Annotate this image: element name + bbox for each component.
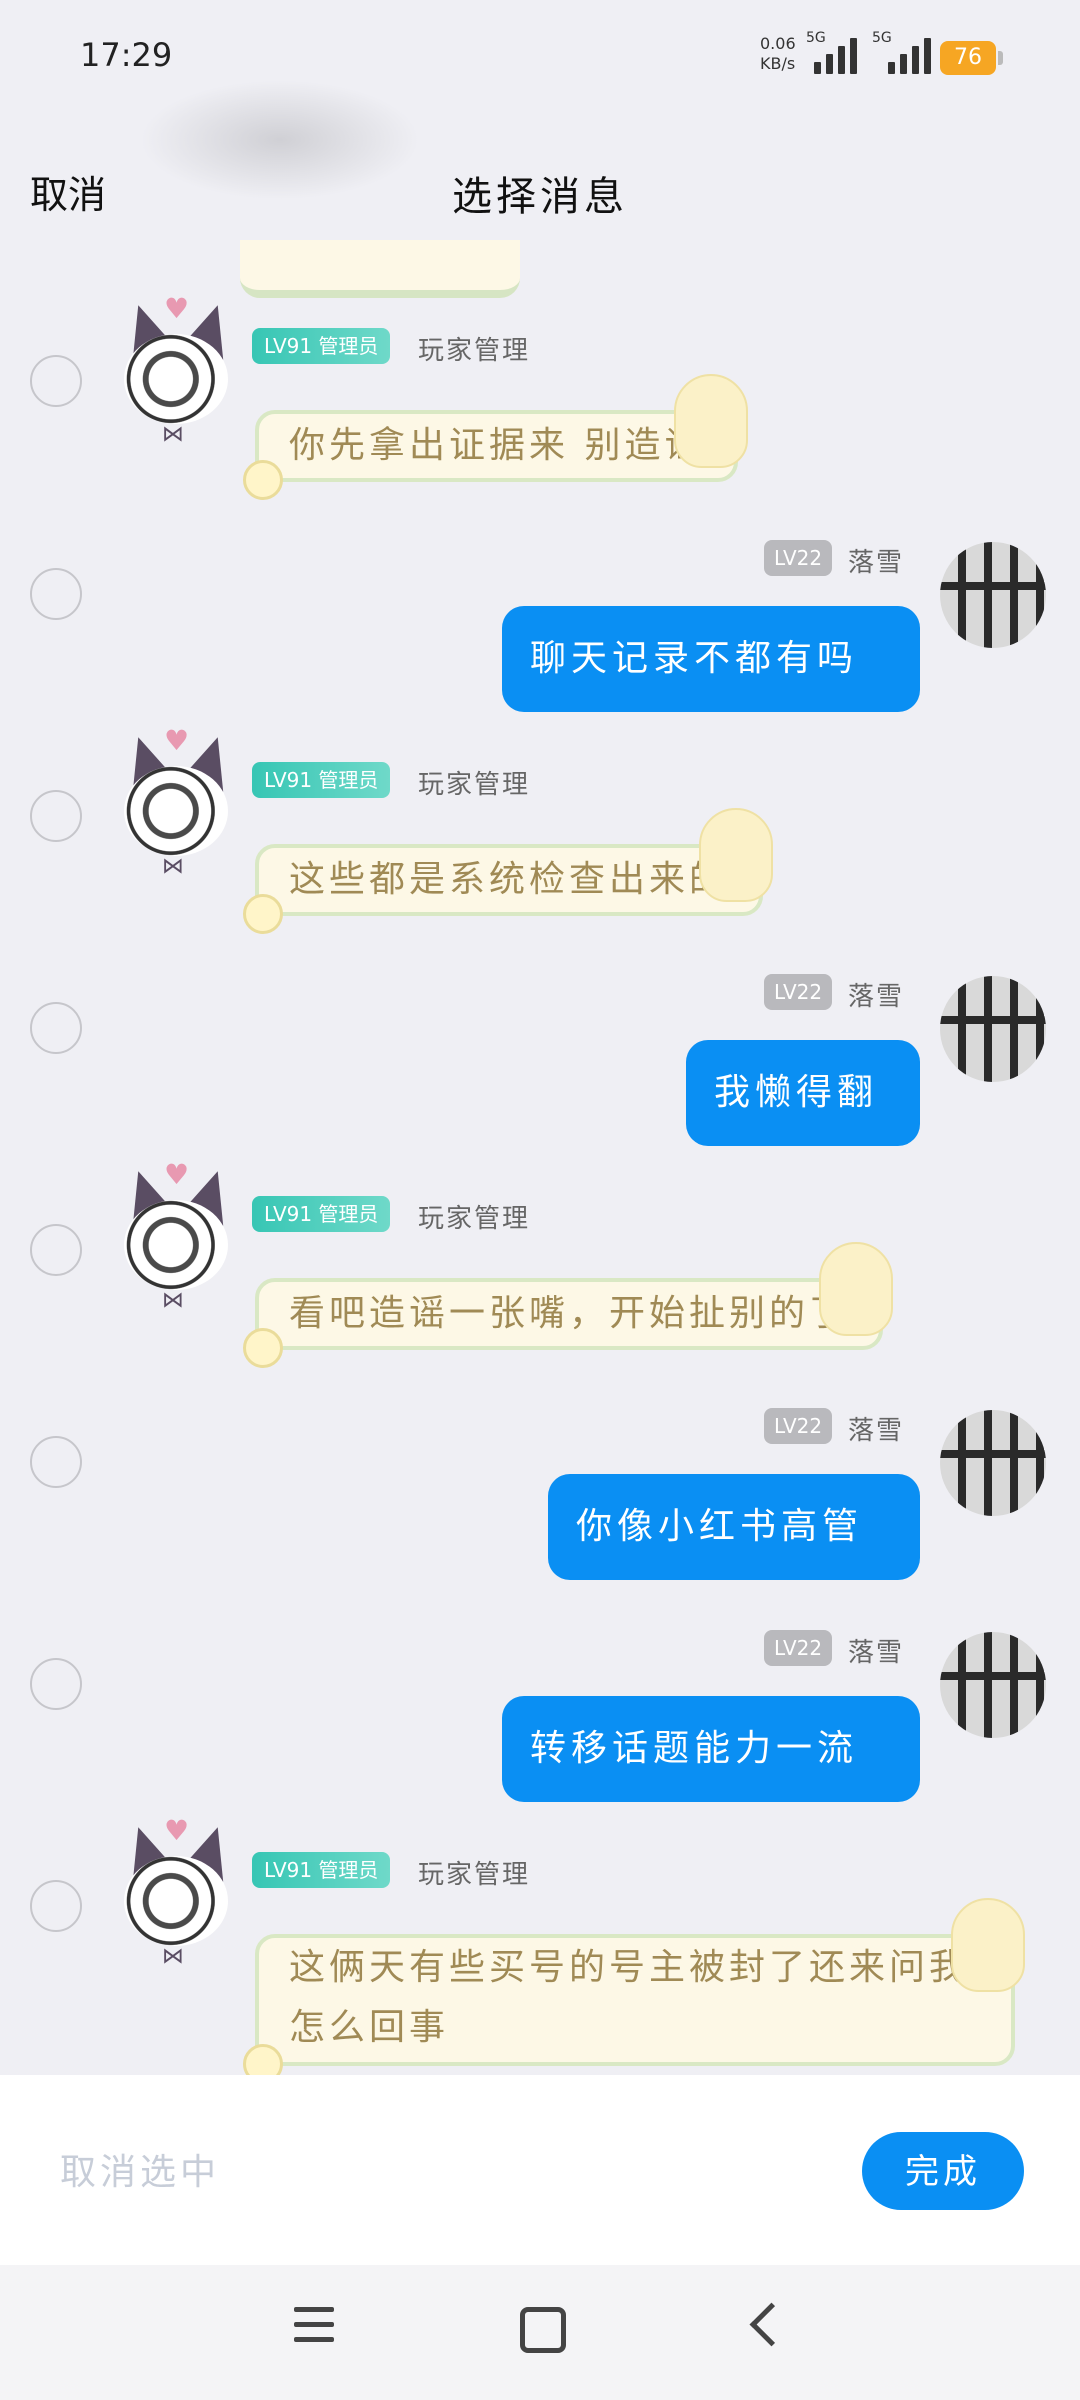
message-bubble[interactable]: 我懒得翻 [686, 1040, 920, 1146]
select-checkbox[interactable] [30, 1658, 82, 1710]
message-list[interactable]: ♥ ⋈ LV91 管理员 玩家管理 你先拿出证据来 别造谣 LV22 落雪 聊天记… [0, 240, 1080, 2075]
heart-icon: ♥ [164, 1158, 190, 1191]
bow-icon: ⋈ [162, 854, 184, 879]
flower-icon [243, 894, 283, 934]
message-bubble[interactable]: 转移话题能力一流 [502, 1696, 920, 1802]
flower-icon [243, 460, 283, 500]
message-bubble[interactable]: 你像小红书高管 [548, 1474, 920, 1580]
sender-name: 落雪 [848, 982, 905, 1012]
level-badge: LV22 [764, 1630, 833, 1666]
signal-icon [888, 38, 931, 74]
select-checkbox[interactable] [30, 1436, 82, 1488]
select-checkbox[interactable] [30, 355, 82, 407]
avatar[interactable] [940, 542, 1046, 648]
bow-icon: ⋈ [162, 1944, 184, 1969]
sender-name: 玩家管理 [418, 336, 531, 366]
level-badge: LV22 [764, 540, 833, 576]
flower-icon [243, 1328, 283, 1368]
message-bubble[interactable]: 这俩天有些买号的号主被封了还来问我怎么回事 [243, 1898, 1025, 2075]
mascot-icon [819, 1242, 894, 1336]
select-checkbox[interactable] [30, 790, 82, 842]
partial-message-bubble [240, 240, 520, 298]
bow-icon: ⋈ [162, 422, 184, 447]
battery-icon: 76 [940, 41, 1003, 75]
level-badge: LV91 管理员 [252, 1852, 391, 1888]
level-badge: LV22 [764, 974, 833, 1010]
avatar[interactable] [940, 1632, 1046, 1738]
menu-icon[interactable] [294, 2307, 334, 2347]
status-time: 17:29 [80, 36, 173, 74]
mascot-icon [951, 1898, 1025, 1992]
select-checkbox[interactable] [30, 1880, 82, 1932]
bow-icon: ⋈ [162, 1288, 184, 1313]
heart-icon: ♥ [164, 1814, 190, 1847]
page-title: 选择消息 [452, 174, 628, 220]
avatar[interactable] [940, 1410, 1046, 1516]
system-nav-bar [0, 2265, 1080, 2400]
level-badge: LV91 管理员 [252, 328, 391, 364]
select-checkbox[interactable] [30, 568, 82, 620]
sender-name: 落雪 [848, 548, 905, 578]
back-icon[interactable] [749, 2302, 794, 2347]
signal-icon [814, 38, 857, 74]
heart-icon: ♥ [164, 724, 190, 757]
sender-name: 落雪 [848, 1416, 905, 1446]
message-bubble[interactable]: 聊天记录不都有吗 [502, 606, 920, 712]
level-badge: LV22 [764, 1408, 833, 1444]
home-icon[interactable] [520, 2307, 566, 2353]
sender-name: 落雪 [848, 1638, 905, 1668]
mascot-icon [699, 808, 774, 902]
flower-icon [243, 2044, 283, 2075]
level-badge: LV91 管理员 [252, 1196, 391, 1232]
avatar[interactable]: ♥ ⋈ [112, 1158, 242, 1314]
select-checkbox[interactable] [30, 1002, 82, 1054]
network-speed: 0.06 KB/s [760, 34, 796, 73]
sender-name: 玩家管理 [418, 1860, 531, 1890]
sender-name: 玩家管理 [418, 770, 531, 800]
heart-icon: ♥ [164, 292, 190, 325]
avatar[interactable]: ♥ ⋈ [112, 292, 242, 448]
done-button[interactable]: 完成 [862, 2132, 1024, 2210]
header: 取消 选择消息 [0, 150, 1080, 230]
sender-name: 玩家管理 [418, 1204, 531, 1234]
avatar[interactable]: ♥ ⋈ [112, 724, 242, 880]
avatar[interactable]: ♥ ⋈ [112, 1814, 242, 1970]
select-checkbox[interactable] [30, 1224, 82, 1276]
message-bubble[interactable]: 你先拿出证据来 别造谣 [243, 374, 749, 500]
message-bubble[interactable]: 这些都是系统检查出来的 [243, 808, 774, 934]
avatar[interactable] [940, 976, 1046, 1082]
selection-action-bar: 取消选中 完成 [0, 2075, 1080, 2265]
mascot-icon [674, 374, 749, 468]
deselect-button[interactable]: 取消选中 [60, 2143, 220, 2195]
level-badge: LV91 管理员 [252, 762, 391, 798]
message-bubble[interactable]: 看吧造谣一张嘴，开始扯别的了 [243, 1242, 894, 1368]
